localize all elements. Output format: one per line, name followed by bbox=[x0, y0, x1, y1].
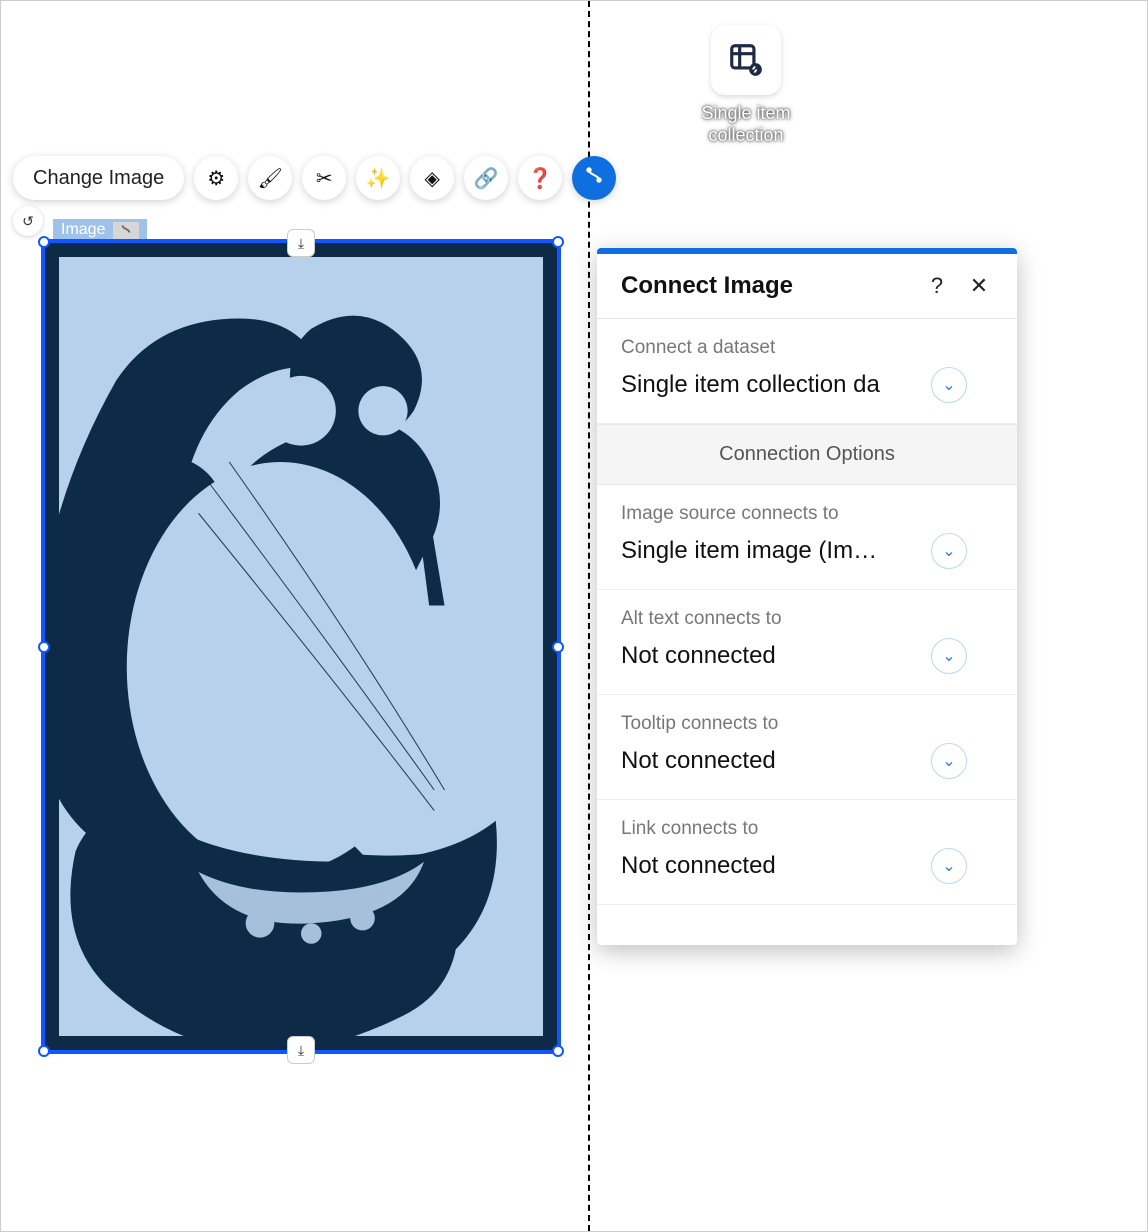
dataset-dropdown[interactable]: Single item collection da ⌄ bbox=[621, 367, 993, 403]
connect-data-button[interactable] bbox=[572, 156, 616, 200]
tooltip-field: Tooltip connects to Not connected ⌄ bbox=[597, 695, 1017, 800]
chevron-down-icon: ⌄ bbox=[931, 367, 967, 403]
image-toolbar: Change Image ⚙ 🖌 ✂ ✨ ◈ 🔗 ❓ bbox=[13, 156, 616, 200]
brush-icon: 🖌 bbox=[258, 166, 283, 191]
alt-text-value: Not connected bbox=[621, 642, 931, 670]
resize-handle-br[interactable] bbox=[552, 1045, 564, 1057]
help-button[interactable]: ❓ bbox=[518, 156, 562, 200]
chevron-down-icon: ⌄ bbox=[931, 533, 967, 569]
crop-button[interactable]: ✂ bbox=[302, 156, 346, 200]
dataset-value: Single item collection da bbox=[621, 371, 931, 399]
dataset-chip-label: Single item collection bbox=[701, 103, 791, 146]
filters-button[interactable]: ✨ bbox=[356, 156, 400, 200]
chevron-down-icon: ⌄ bbox=[931, 638, 967, 674]
element-type-text: Image bbox=[61, 221, 105, 239]
resize-handle-tl[interactable] bbox=[38, 236, 50, 248]
animation-icon: ◈ bbox=[425, 166, 440, 191]
chevron-down-icon: ⌄ bbox=[931, 743, 967, 779]
link-value: Not connected bbox=[621, 852, 931, 880]
link-icon: 🔗 bbox=[474, 166, 499, 191]
resize-handle-tr[interactable] bbox=[552, 236, 564, 248]
resize-handle-ml[interactable] bbox=[38, 641, 50, 653]
chevron-down-icon: ⌄ bbox=[931, 848, 967, 884]
dataset-chip[interactable]: Single item collection bbox=[701, 25, 791, 146]
dataset-label: Connect a dataset bbox=[621, 337, 993, 359]
tooltip-dropdown[interactable]: Not connected ⌄ bbox=[621, 743, 993, 779]
stretch-handle-bottom[interactable]: ⤓ bbox=[287, 1036, 315, 1064]
dataset-icon bbox=[711, 25, 781, 95]
connection-options-header: Connection Options bbox=[597, 424, 1017, 485]
tooltip-label: Tooltip connects to bbox=[621, 713, 993, 735]
image-source-label: Image source connects to bbox=[621, 503, 993, 525]
sparkle-icon: ✨ bbox=[366, 166, 391, 191]
crop-icon: ✂ bbox=[316, 166, 333, 191]
stretch-handle-top[interactable]: ⤓ bbox=[287, 229, 315, 257]
link-label: Link connects to bbox=[621, 818, 993, 840]
image-artwork bbox=[59, 257, 543, 1036]
undo-icon: ↺ bbox=[22, 213, 34, 230]
close-icon: ✕ bbox=[970, 273, 988, 298]
question-icon: ❓ bbox=[528, 166, 553, 191]
resize-handle-bl[interactable] bbox=[38, 1045, 50, 1057]
image-source-dropdown[interactable]: Single item image (Im… ⌄ bbox=[621, 533, 993, 569]
panel-help-button[interactable]: ? bbox=[923, 273, 951, 299]
dataset-field: Connect a dataset Single item collection… bbox=[597, 319, 1017, 424]
image-content bbox=[59, 257, 543, 1036]
alt-text-dropdown[interactable]: Not connected ⌄ bbox=[621, 638, 993, 674]
download-icon: ⤓ bbox=[298, 235, 304, 252]
gear-icon: ⚙ bbox=[207, 166, 225, 191]
tooltip-value: Not connected bbox=[621, 747, 931, 775]
design-button[interactable]: 🖌 bbox=[248, 156, 292, 200]
connect-image-panel: Connect Image ? ✕ Connect a dataset Sing… bbox=[597, 248, 1017, 945]
settings-button[interactable]: ⚙ bbox=[194, 156, 238, 200]
link-field: Link connects to Not connected ⌄ bbox=[597, 800, 1017, 905]
animation-button[interactable]: ◈ bbox=[410, 156, 454, 200]
image-source-value: Single item image (Im… bbox=[621, 537, 931, 565]
undo-button[interactable]: ↺ bbox=[13, 206, 43, 236]
panel-header: Connect Image ? ✕ bbox=[597, 254, 1017, 319]
element-type-label: Image bbox=[53, 219, 147, 241]
download-icon: ⤓ bbox=[298, 1042, 304, 1059]
link-button[interactable]: 🔗 bbox=[464, 156, 508, 200]
question-icon: ? bbox=[931, 273, 943, 298]
alt-text-label: Alt text connects to bbox=[621, 608, 993, 630]
panel-close-button[interactable]: ✕ bbox=[965, 273, 993, 299]
connect-icon bbox=[584, 165, 604, 191]
panel-title: Connect Image bbox=[621, 272, 909, 300]
resize-handle-mr[interactable] bbox=[552, 641, 564, 653]
selected-image[interactable]: ⤓ ⤓ bbox=[41, 239, 561, 1054]
link-dropdown[interactable]: Not connected ⌄ bbox=[621, 848, 993, 884]
alt-text-field: Alt text connects to Not connected ⌄ bbox=[597, 590, 1017, 695]
connect-mini-icon bbox=[113, 222, 139, 239]
change-image-button[interactable]: Change Image bbox=[13, 156, 184, 200]
image-source-field: Image source connects to Single item ima… bbox=[597, 485, 1017, 590]
